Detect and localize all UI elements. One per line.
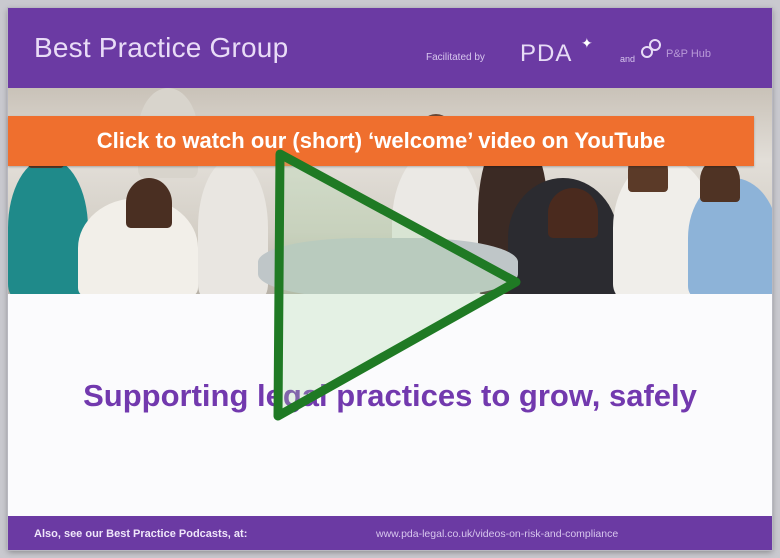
and-label: and — [620, 54, 636, 64]
pda-bird-icon: ✦ — [581, 35, 593, 51]
page-title: Best Practice Group — [34, 32, 289, 63]
footer-bar: Also, see our Best Practice Podcasts, at… — [8, 516, 772, 550]
play-button[interactable] — [262, 150, 532, 420]
hub-icon — [641, 39, 661, 58]
hub-logo-text: P&P Hub — [666, 48, 712, 60]
facilitated-label: Facilitated by — [426, 52, 485, 63]
podcasts-label: Also, see our Best Practice Podcasts, at… — [34, 528, 248, 540]
header-bar: Best Practice Group Facilitated by PDA ✦… — [8, 8, 772, 88]
podcasts-link[interactable]: www.pda-legal.co.uk/videos-on-risk-and-c… — [376, 528, 618, 540]
pda-logo: PDA — [520, 40, 573, 67]
